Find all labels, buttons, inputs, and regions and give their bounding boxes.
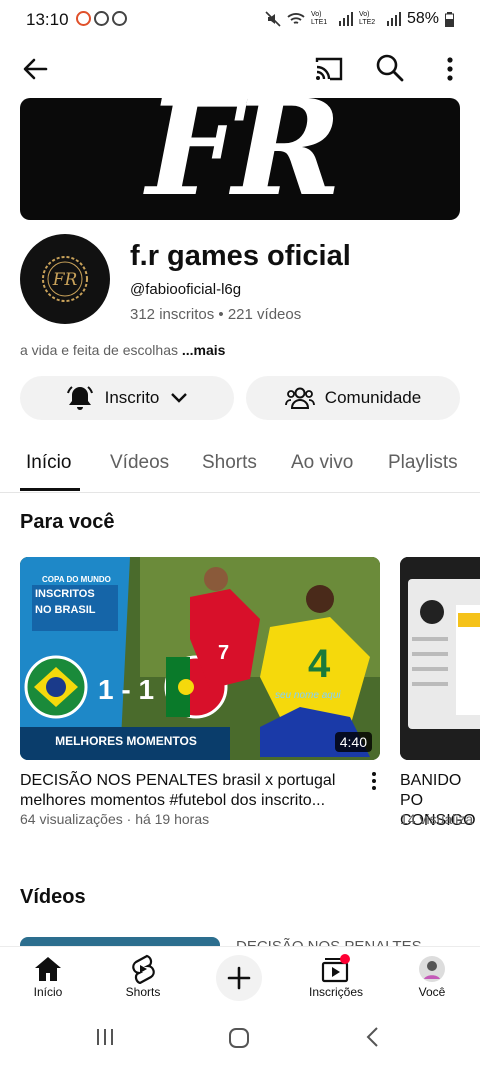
bottom-navigation: Início Shorts Inscrições Você (0, 946, 480, 1009)
bell-icon (66, 386, 93, 410)
recent-apps-icon[interactable] (94, 1026, 116, 1048)
battery-percent: 58% (406, 10, 439, 27)
nav-home[interactable]: Início (8, 953, 88, 999)
thumbnail-artwork (400, 557, 480, 760)
community-icon (284, 387, 315, 409)
video-duration: 4:40 (334, 732, 372, 752)
signal-2-label: Vo) LTE2 (358, 11, 376, 26)
avatar-text: FR (52, 270, 78, 290)
avatar-logo-icon: FR (42, 256, 88, 302)
status-right: Vo) LTE1 Vo) LTE2 58% (265, 10, 454, 28)
cast-button[interactable] (313, 54, 345, 84)
description-more-link[interactable]: ...mais (182, 342, 226, 358)
cast-icon (315, 57, 343, 81)
create-button[interactable] (216, 955, 262, 1001)
status-time: 13:10 (26, 10, 69, 29)
tab-home[interactable]: Início (26, 452, 71, 474)
thumb-tag-brazil: NO BRASIL (35, 604, 96, 616)
home-system-icon[interactable] (227, 1026, 251, 1050)
create-plus-icon (227, 966, 251, 990)
thumb-tag-subscribers: INSCRITOS (35, 588, 95, 600)
notification-dot (340, 954, 350, 964)
thumb-score: 1 - 1 (98, 674, 154, 705)
notification-icon (94, 11, 109, 26)
home-icon (35, 957, 61, 981)
section-title-for-you: Para você (20, 511, 115, 533)
back-button[interactable] (18, 52, 52, 86)
video-more-button[interactable] (366, 770, 382, 792)
system-navigation-bar (0, 1008, 480, 1066)
section-title-videos: Vídeos (20, 886, 86, 908)
subscribed-button[interactable]: Inscrito (20, 376, 234, 420)
channel-avatar[interactable]: FR (20, 234, 110, 324)
channel-name: f.r games oficial (130, 240, 351, 272)
channel-handle: @fabiooficial-l6g (130, 281, 242, 298)
nav-subscriptions[interactable]: Inscrições (296, 953, 376, 999)
tab-playlists[interactable]: Playlists (388, 452, 464, 474)
metadata-separator: · (126, 811, 132, 827)
channel-stats: 312 inscritos • 221 vídeos (130, 306, 301, 323)
channel-description[interactable]: a vida e feita de escolhas ...mais (20, 342, 225, 358)
status-notification-icons (76, 11, 127, 26)
signal-1-label: Vo) LTE1 (310, 11, 328, 26)
thumb-watermark: seu nome aqui (275, 690, 341, 701)
more-vert-icon (372, 772, 376, 790)
search-icon (376, 54, 404, 82)
more-options-button[interactable] (438, 54, 462, 84)
stats-separator: • (218, 306, 224, 323)
thumb-jersey-left: 7 (218, 642, 229, 664)
nav-home-label: Início (33, 985, 63, 999)
video-metadata: 64 visualizações · há 19 horas (20, 811, 209, 827)
more-vert-icon (447, 57, 453, 81)
thumb-tag-cup: COPA DO MUNDO (42, 575, 111, 584)
subscribed-label: Inscrito (104, 388, 160, 407)
tab-shorts[interactable]: Shorts (202, 452, 257, 474)
search-button[interactable] (374, 52, 406, 84)
subscriptions-icon (321, 954, 350, 983)
video-thumbnail[interactable]: COPA DO MUNDO INSCRITOS NO BRASIL 1 - 1 … (20, 557, 380, 760)
nav-shorts-label: Shorts (125, 985, 161, 999)
battery-icon (445, 11, 454, 27)
notification-icon (76, 11, 91, 26)
active-tab-indicator (20, 488, 80, 491)
video-thumbnail[interactable] (400, 557, 480, 760)
back-system-icon[interactable] (364, 1026, 384, 1048)
channel-banner: FR (20, 98, 460, 220)
nav-you[interactable]: Você (392, 953, 472, 999)
shorts-icon (132, 954, 155, 984)
mute-icon (265, 11, 281, 27)
notification-icon (112, 11, 127, 26)
nav-shorts[interactable]: Shorts (103, 953, 183, 999)
subscriber-count: 312 inscritos (130, 306, 215, 323)
video-views: 14 visualiza (400, 811, 474, 827)
video-title[interactable]: DECISÃO NOS PENALTES brasil x portugal m… (20, 771, 360, 811)
video-views: 64 visualizações (20, 811, 123, 827)
banner-logo: FR (146, 98, 341, 220)
signal-icon (338, 12, 353, 26)
tab-videos[interactable]: Vídeos (110, 452, 169, 474)
status-bar: 13:10 Vo) LTE1 Vo) LTE2 58% (0, 0, 480, 40)
nav-subscriptions-label: Inscrições (308, 985, 364, 999)
back-arrow-icon (23, 58, 48, 80)
description-text: a vida e feita de escolhas (20, 342, 178, 358)
channel-tabs: Início Vídeos Shorts Ao vivo Playlists (0, 436, 480, 493)
community-button[interactable]: Comunidade (246, 376, 460, 420)
chevron-down-icon (171, 393, 188, 403)
you-avatar-icon (419, 956, 445, 982)
thumb-banner: MELHORES MOMENTOS (55, 734, 197, 748)
wifi-icon (287, 13, 305, 24)
signal-icon (386, 12, 401, 26)
nav-you-label: Você (418, 985, 446, 999)
community-label: Comunidade (324, 388, 422, 407)
video-age: há 19 horas (135, 811, 210, 827)
video-count: 221 vídeos (227, 306, 302, 323)
thumb-jersey-right: 4 (308, 642, 331, 686)
video-title-peek[interactable]: DECISÃO NOS PENALTES (236, 938, 422, 946)
thumbnail-artwork: COPA DO MUNDO INSCRITOS NO BRASIL 1 - 1 … (20, 557, 380, 760)
tab-live[interactable]: Ao vivo (291, 452, 353, 474)
